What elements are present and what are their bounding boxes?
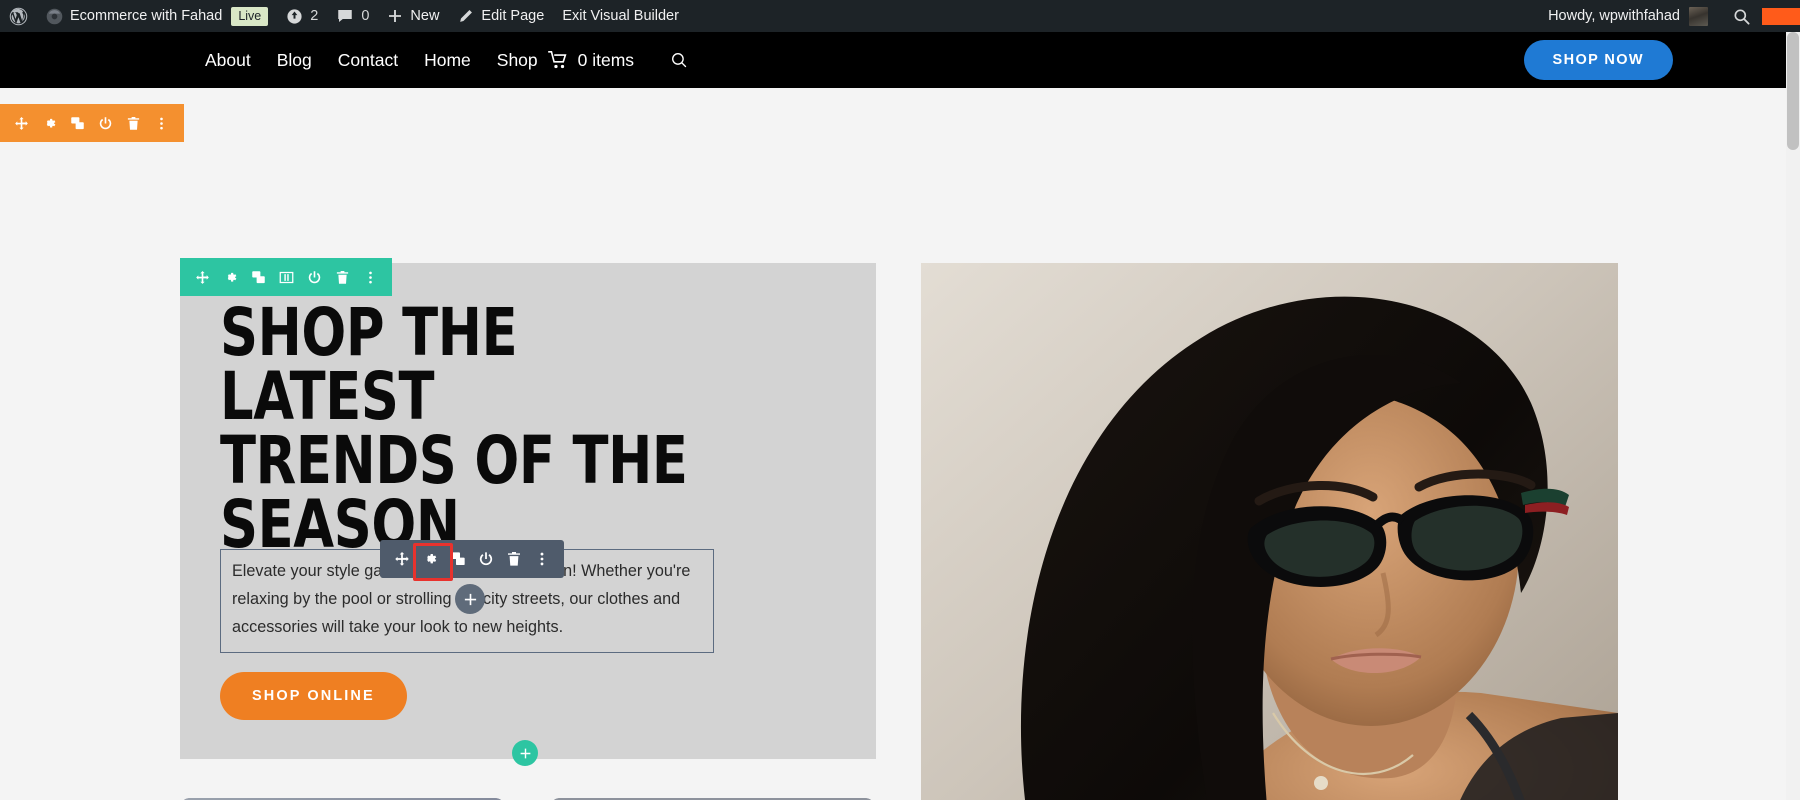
move-icon[interactable] (388, 540, 416, 578)
builder-orange-tab[interactable] (1762, 7, 1800, 25)
scrollbar-thumb[interactable] (1787, 32, 1799, 150)
comments-count: 0 (361, 8, 370, 24)
ellipsis-vertical-icon[interactable] (147, 104, 175, 142)
edit-page-label: Edit Page (481, 8, 545, 24)
nav-item-shop[interactable]: Shop (497, 50, 538, 71)
wp-logo-menu[interactable] (0, 0, 37, 32)
exit-visual-builder-link[interactable]: Exit Visual Builder (553, 0, 688, 32)
power-icon[interactable] (300, 258, 328, 296)
columns-icon[interactable] (272, 258, 300, 296)
gear-icon[interactable] (216, 258, 244, 296)
module-settings-toolbar (380, 540, 564, 581)
move-icon[interactable] (188, 258, 216, 296)
duplicate-icon[interactable] (244, 258, 272, 296)
wordpress-logo-icon (9, 7, 28, 25)
plus-icon (464, 593, 476, 605)
vertical-scrollbar[interactable] (1786, 32, 1800, 800)
new-content-label: New (410, 8, 440, 24)
updates-count: 2 (310, 8, 319, 24)
site-name-menu[interactable]: Ecommerce with Fahad Live (37, 0, 277, 32)
power-icon[interactable] (91, 104, 119, 142)
trash-icon[interactable] (328, 258, 356, 296)
hero-image (921, 263, 1618, 800)
browser-viewport: Ecommerce with Fahad Live 2 0 New Edit P… (0, 0, 1800, 800)
plus-icon (520, 748, 530, 758)
edit-page-link[interactable]: Edit Page (448, 0, 553, 32)
ellipsis-vertical-icon[interactable] (528, 540, 556, 578)
admin-bar-left-group: Ecommerce with Fahad Live 2 0 New Edit P… (0, 0, 688, 32)
cart-group[interactable]: Shop 0 items (497, 50, 634, 71)
pencil-icon (460, 9, 473, 22)
page-title: SHOP THE LATEST TRENDS OF THE SEASON (220, 294, 688, 564)
updates-menu[interactable]: 2 (277, 0, 327, 32)
gear-icon[interactable] (35, 104, 63, 142)
updates-icon (287, 8, 302, 24)
site-header: About Blog Contact Home Shop 0 items SHO… (0, 32, 1786, 88)
add-module-button[interactable] (455, 584, 485, 614)
nav-item-about[interactable]: About (205, 50, 251, 71)
woman-with-sunglasses-photo (921, 263, 1618, 800)
cart-item-count: 0 items (577, 49, 635, 70)
primary-navigation: About Blog Contact Home Shop 0 items (205, 32, 689, 88)
shop-now-button[interactable]: SHOP NOW (1523, 40, 1673, 80)
shop-online-button[interactable]: SHOP ONLINE (220, 672, 407, 720)
howdy-label: Howdy, wpwithfahad (1548, 8, 1680, 24)
nav-item-contact[interactable]: Contact (338, 50, 398, 71)
site-thumbnail-icon (46, 8, 63, 24)
comment-bubble-icon (338, 10, 353, 22)
power-icon[interactable] (472, 540, 500, 578)
gear-icon[interactable] (413, 540, 453, 581)
wp-admin-bar: Ecommerce with Fahad Live 2 0 New Edit P… (0, 0, 1800, 32)
shopping-cart-icon (547, 51, 567, 69)
nav-item-blog[interactable]: Blog (277, 50, 312, 71)
search-icon[interactable] (670, 51, 689, 70)
admin-bar-right-group: Howdy, wpwithfahad (1538, 0, 1800, 32)
new-content-menu[interactable]: New (378, 0, 448, 32)
hero-text-column: SHOP THE LATEST TRENDS OF THE SEASON Ele… (180, 263, 876, 759)
site-name-label: Ecommerce with Fahad (70, 8, 223, 24)
admin-search-button[interactable] (1720, 0, 1762, 32)
exit-visual-builder-label: Exit Visual Builder (562, 8, 679, 24)
add-row-button[interactable] (512, 740, 538, 766)
search-icon (1733, 8, 1750, 25)
avatar (1689, 6, 1708, 26)
live-badge: Live (231, 6, 269, 26)
nav-item-home[interactable]: Home (424, 50, 471, 71)
account-menu[interactable]: Howdy, wpwithfahad (1538, 6, 1720, 26)
comments-menu[interactable]: 0 (327, 0, 378, 32)
trash-icon[interactable] (500, 540, 528, 578)
row-settings-toolbar (180, 258, 392, 296)
page-canvas: SHOP THE LATEST TRENDS OF THE SEASON Ele… (0, 88, 1786, 800)
move-icon[interactable] (7, 104, 35, 142)
duplicate-icon[interactable] (444, 540, 472, 578)
duplicate-icon[interactable] (63, 104, 91, 142)
trash-icon[interactable] (119, 104, 147, 142)
ellipsis-vertical-icon[interactable] (356, 258, 384, 296)
plus-icon (389, 10, 402, 22)
page-settings-toolbar (0, 104, 184, 142)
